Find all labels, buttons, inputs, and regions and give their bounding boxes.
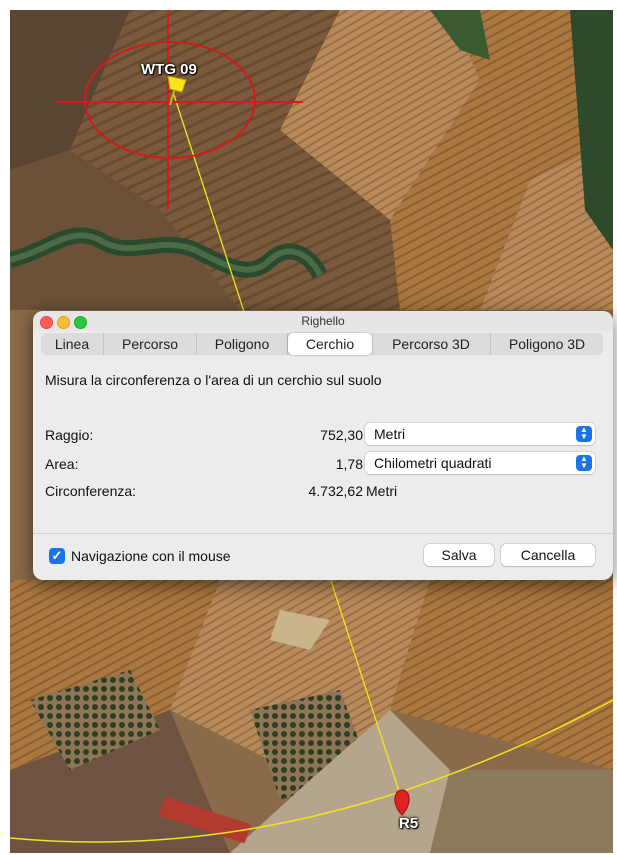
select-arrows-icon: ▲ ▼ — [576, 426, 592, 442]
tab-linea[interactable]: Linea — [41, 333, 104, 355]
save-button[interactable]: Salva — [424, 544, 494, 566]
mouse-navigation-option[interactable]: ✓ Navigazione con il mouse — [49, 547, 231, 565]
tab-percorso-3d[interactable]: Percorso 3D — [372, 333, 491, 355]
radius-unit-value: Metri — [374, 426, 406, 442]
window-titlebar[interactable]: Righello — [33, 311, 613, 331]
marker-label-bottom: R5 — [399, 815, 419, 832]
mouse-navigation-label: Navigazione con il mouse — [71, 548, 231, 564]
close-window-button[interactable] — [40, 316, 53, 329]
circumference-unit: Metri — [366, 483, 398, 499]
circumference-value: 4.732,62 — [308, 483, 364, 499]
measure-tabs: Linea Percorso Poligono Cerchio Percorso… — [41, 333, 603, 355]
area-unit-value: Chilometri quadrati — [374, 455, 492, 471]
minimize-window-button[interactable] — [57, 316, 70, 329]
tab-percorso[interactable]: Percorso — [104, 333, 197, 355]
mouse-navigation-checkbox[interactable]: ✓ — [49, 548, 65, 564]
circumference-label: Circonferenza: — [45, 483, 137, 499]
area-value: 1,78 — [335, 456, 363, 472]
radius-value: 752,30 — [320, 427, 363, 443]
tab-poligono[interactable]: Poligono — [197, 333, 288, 355]
footer-divider — [33, 533, 613, 534]
tab-poligono-3d[interactable]: Poligono 3D — [491, 333, 603, 355]
measure-description: Misura la circonferenza o l'area di un c… — [45, 372, 382, 388]
area-label: Area: — [45, 456, 79, 472]
select-arrows-icon: ▲ ▼ — [576, 455, 592, 471]
zoom-window-button[interactable] — [74, 316, 87, 329]
ruler-window: Righello Linea Percorso Poligono Cerchio… — [33, 311, 613, 580]
radius-label: Raggio: — [45, 427, 94, 443]
tab-cerchio[interactable]: Cerchio — [288, 333, 372, 355]
radius-unit-select[interactable]: Metri ▲ ▼ — [365, 423, 595, 445]
area-unit-select[interactable]: Chilometri quadrati ▲ ▼ — [365, 452, 595, 474]
screen: WTG 09 R5 Righello Linea Percorso Poligo… — [0, 0, 617, 855]
cancel-button[interactable]: Cancella — [501, 544, 595, 566]
marker-label-top: WTG 09 — [141, 61, 197, 78]
window-title: Righello — [301, 314, 345, 328]
